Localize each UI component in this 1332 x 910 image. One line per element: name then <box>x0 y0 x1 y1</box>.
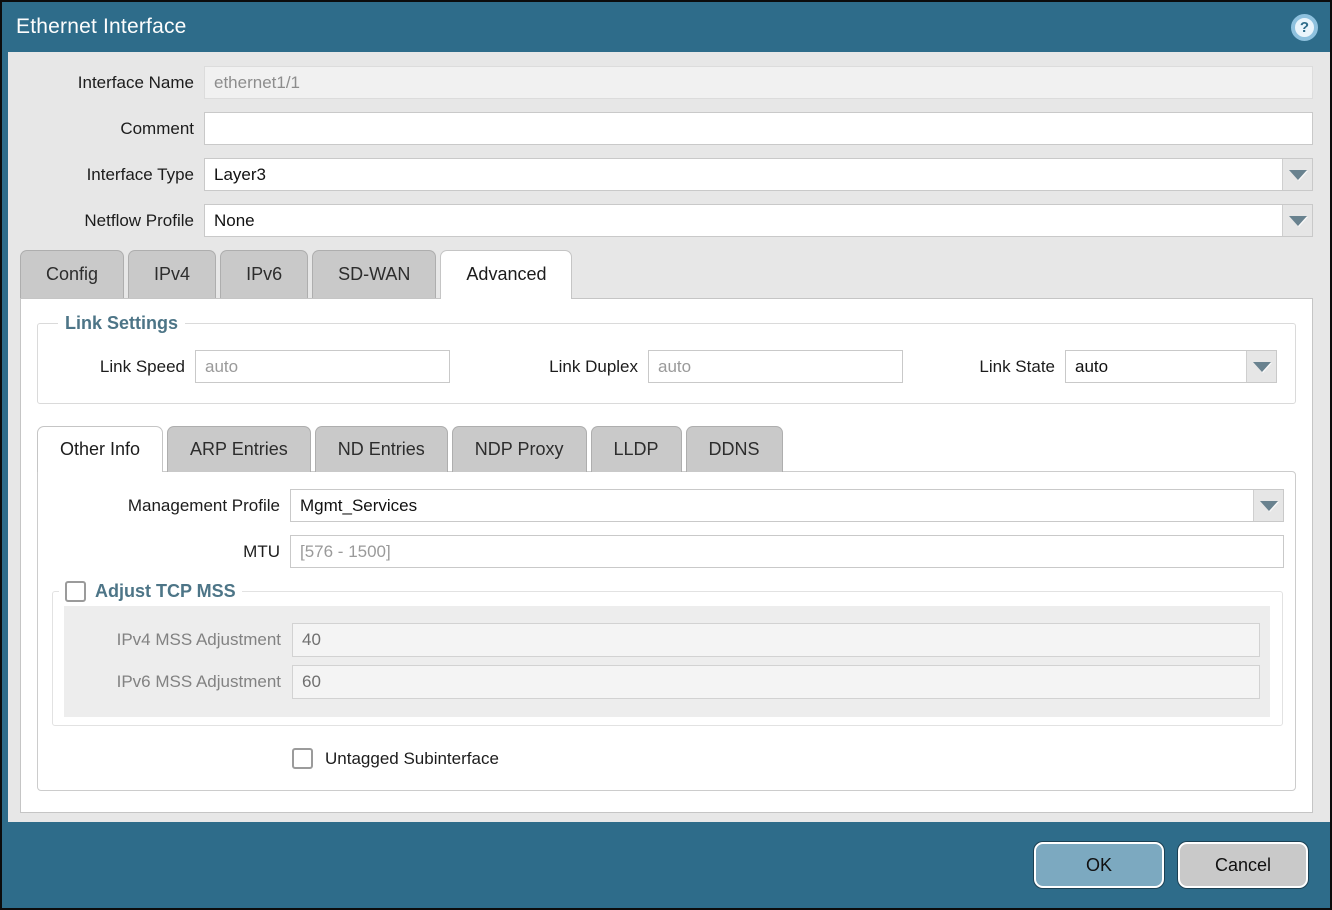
ipv6-mss-row: IPv6 MSS Adjustment <box>64 665 1270 699</box>
interface-type-label: Interface Type <box>8 165 204 185</box>
link-settings-fieldset: Link Settings Link Speed Link Duplex Lin… <box>37 313 1296 404</box>
tab-ndp-proxy[interactable]: NDP Proxy <box>452 426 587 472</box>
comment-row: Comment <box>8 112 1313 145</box>
ipv6-mss-field <box>292 665 1260 699</box>
tab-advanced[interactable]: Advanced <box>440 250 572 298</box>
advanced-tab-panel: Link Settings Link Speed Link Duplex Lin… <box>20 298 1313 813</box>
netflow-profile-label: Netflow Profile <box>8 211 204 231</box>
management-profile-dropdown[interactable]: Mgmt_Services <box>290 489 1284 522</box>
adjust-tcp-mss-legend: Adjust TCP MSS <box>59 581 242 602</box>
chevron-down-icon <box>1289 170 1307 180</box>
interface-name-label: Interface Name <box>8 73 204 93</box>
netflow-profile-row: Netflow Profile None <box>8 204 1313 237</box>
link-state-value: auto <box>1066 351 1246 382</box>
ipv4-mss-field <box>292 623 1260 657</box>
ipv6-mss-label: IPv6 MSS Adjustment <box>64 672 292 692</box>
help-icon[interactable]: ? <box>1291 14 1318 41</box>
other-info-panel: Management Profile Mgmt_Services MTU <box>37 471 1296 791</box>
interface-type-dropdown-button[interactable] <box>1282 159 1312 190</box>
interface-name-row: Interface Name <box>8 66 1313 99</box>
link-state-dropdown-button[interactable] <box>1246 351 1276 382</box>
management-profile-label: Management Profile <box>38 496 290 516</box>
link-speed-field[interactable] <box>195 350 450 383</box>
untagged-subinterface-checkbox[interactable] <box>292 748 313 769</box>
link-speed-label: Link Speed <box>50 357 195 377</box>
mtu-label: MTU <box>38 542 290 562</box>
cancel-button[interactable]: Cancel <box>1178 842 1308 888</box>
title-bar: Ethernet Interface ? <box>2 2 1330 52</box>
ipv4-mss-row: IPv4 MSS Adjustment <box>64 623 1270 657</box>
link-duplex-label: Link Duplex <box>496 357 648 377</box>
untagged-subinterface-row: Untagged Subinterface <box>292 748 1295 769</box>
untagged-subinterface-label: Untagged Subinterface <box>325 749 499 769</box>
chevron-down-icon <box>1253 362 1271 372</box>
ipv4-mss-label: IPv4 MSS Adjustment <box>64 630 292 650</box>
dialog-footer: OK Cancel <box>2 822 1330 908</box>
adjust-tcp-mss-label: Adjust TCP MSS <box>95 581 236 602</box>
link-duplex-field[interactable] <box>648 350 903 383</box>
tab-nd-entries[interactable]: ND Entries <box>315 426 448 472</box>
mtu-field[interactable] <box>290 535 1284 568</box>
link-settings-row: Link Speed Link Duplex Link State auto <box>50 350 1283 383</box>
sub-tab-bar: Other Info ARP Entries ND Entries NDP Pr… <box>21 426 1312 472</box>
mtu-row: MTU <box>38 535 1295 568</box>
link-settings-legend: Link Settings <box>58 313 185 334</box>
tab-ipv6[interactable]: IPv6 <box>220 250 308 298</box>
chevron-down-icon <box>1260 501 1278 511</box>
management-profile-dropdown-button[interactable] <box>1253 490 1283 521</box>
comment-label: Comment <box>8 119 204 139</box>
management-profile-value: Mgmt_Services <box>291 490 1253 521</box>
ok-button[interactable]: OK <box>1034 842 1164 888</box>
comment-field[interactable] <box>204 112 1313 145</box>
tab-arp-entries[interactable]: ARP Entries <box>167 426 311 472</box>
netflow-profile-value: None <box>205 205 1282 236</box>
link-state-label: Link State <box>965 357 1065 377</box>
dialog-body: Interface Name Comment Interface Type La… <box>8 52 1330 822</box>
tab-lldp[interactable]: LLDP <box>591 426 682 472</box>
interface-type-value: Layer3 <box>205 159 1282 190</box>
netflow-profile-dropdown[interactable]: None <box>204 204 1313 237</box>
dialog-title: Ethernet Interface <box>16 15 187 39</box>
adjust-tcp-mss-fieldset: Adjust TCP MSS IPv4 MSS Adjustment IPv6 … <box>52 581 1283 726</box>
top-form: Interface Name Comment Interface Type La… <box>8 52 1330 237</box>
adjust-tcp-mss-checkbox[interactable] <box>65 581 86 602</box>
main-tab-bar: Config IPv4 IPv6 SD-WAN Advanced <box>8 250 1330 298</box>
mss-disabled-block: IPv4 MSS Adjustment IPv6 MSS Adjustment <box>64 606 1270 717</box>
link-state-dropdown[interactable]: auto <box>1065 350 1277 383</box>
netflow-profile-dropdown-button[interactable] <box>1282 205 1312 236</box>
tab-other-info[interactable]: Other Info <box>37 426 163 472</box>
chevron-down-icon <box>1289 216 1307 226</box>
tab-config[interactable]: Config <box>20 250 124 298</box>
interface-name-field <box>204 66 1313 99</box>
tab-sd-wan[interactable]: SD-WAN <box>312 250 436 298</box>
tab-ipv4[interactable]: IPv4 <box>128 250 216 298</box>
interface-type-dropdown[interactable]: Layer3 <box>204 158 1313 191</box>
ethernet-interface-dialog: Ethernet Interface ? Interface Name Comm… <box>0 0 1332 910</box>
tab-ddns[interactable]: DDNS <box>686 426 783 472</box>
interface-type-row: Interface Type Layer3 <box>8 158 1313 191</box>
management-profile-row: Management Profile Mgmt_Services <box>38 489 1295 522</box>
